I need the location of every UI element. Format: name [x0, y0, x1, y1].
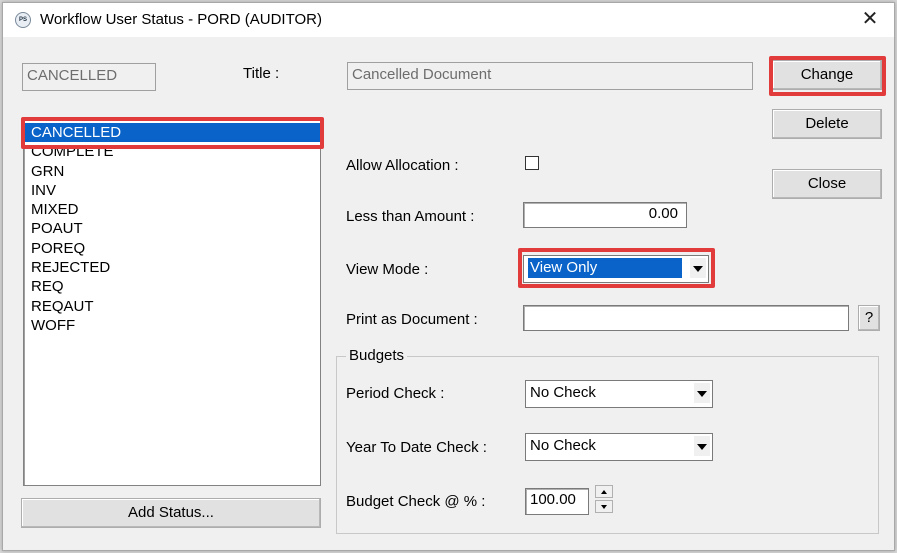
browse-button[interactable]: ?: [858, 305, 880, 331]
list-item[interactable]: WOFF: [24, 316, 320, 335]
list-item[interactable]: REQAUT: [24, 297, 320, 316]
window-title: Workflow User Status - PORD (AUDITOR): [40, 11, 322, 28]
add-status-button[interactable]: Add Status...: [21, 498, 321, 528]
workflow-user-status-dialog: PS Workflow User Status - PORD (AUDITOR)…: [2, 2, 895, 551]
spin-down-icon[interactable]: [595, 500, 613, 513]
chevron-down-icon[interactable]: [694, 436, 710, 456]
budgets-group-label: Budgets: [346, 348, 408, 364]
less-than-amount-input[interactable]: 0.00: [523, 202, 687, 228]
chevron-down-icon[interactable]: [694, 383, 710, 403]
print-as-document-label: Print as Document :: [346, 311, 478, 328]
title-label: Title :: [243, 65, 280, 82]
view-mode-value: View Only: [528, 258, 682, 278]
delete-button[interactable]: Delete: [772, 109, 882, 139]
ytd-check-select[interactable]: No Check: [525, 433, 713, 461]
budget-check-pct-label: Budget Check @ % :: [346, 493, 486, 510]
list-item[interactable]: POREQ: [24, 239, 320, 258]
app-icon: PS: [15, 12, 31, 28]
budget-check-spinner[interactable]: [595, 485, 613, 513]
list-item[interactable]: POAUT: [24, 219, 320, 238]
list-item[interactable]: GRN: [24, 162, 320, 181]
less-than-amount-label: Less than Amount :: [346, 208, 475, 225]
list-item[interactable]: REJECTED: [24, 258, 320, 277]
allow-allocation-checkbox[interactable]: [525, 156, 539, 170]
period-check-select[interactable]: No Check: [525, 380, 713, 408]
status-list[interactable]: CANCELLED COMPLETE GRN INV MIXED POAUT POREQ RE…: [23, 118, 321, 486]
list-item[interactable]: MIXED: [24, 200, 320, 219]
title-bar: PS Workflow User Status - PORD (AUDITOR)…: [3, 3, 894, 37]
list-item[interactable]: COMPLETE: [24, 142, 320, 161]
list-item[interactable]: REQ: [24, 277, 320, 296]
ytd-check-value: No Check: [530, 437, 596, 454]
title-field[interactable]: Cancelled Document: [347, 62, 753, 90]
period-check-label: Period Check :: [346, 385, 445, 402]
list-item[interactable]: INV: [24, 181, 320, 200]
change-button[interactable]: Change: [772, 60, 882, 90]
status-code-field: CANCELLED: [22, 63, 156, 91]
period-check-value: No Check: [530, 384, 596, 401]
allow-allocation-label: Allow Allocation :: [346, 157, 459, 174]
view-mode-select[interactable]: View Only: [523, 255, 709, 283]
ytd-check-label: Year To Date Check :: [346, 439, 487, 456]
budget-check-pct-input[interactable]: 100.00: [525, 488, 589, 515]
print-as-document-input[interactable]: [523, 305, 849, 331]
view-mode-label: View Mode :: [346, 261, 429, 278]
close-button[interactable]: Close: [772, 169, 882, 199]
spin-up-icon[interactable]: [595, 485, 613, 498]
list-item[interactable]: CANCELLED: [24, 123, 320, 143]
close-icon[interactable]: ✕: [860, 7, 880, 31]
chevron-down-icon[interactable]: [690, 258, 706, 278]
